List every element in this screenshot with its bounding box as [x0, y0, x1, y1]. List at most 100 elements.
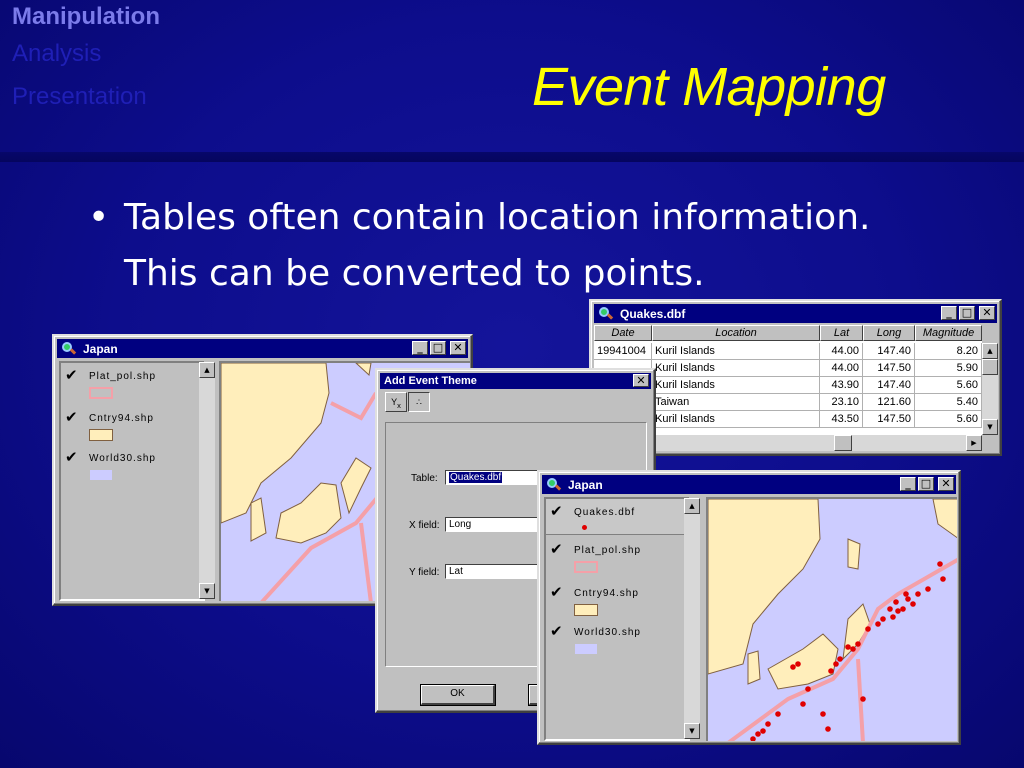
bullet-dot: • [88, 197, 110, 238]
close-button[interactable]: ✕ [450, 341, 466, 355]
quake-point [765, 721, 771, 727]
event-tool-button[interactable]: Yx [385, 392, 407, 412]
close-button[interactable]: ✕ [979, 306, 995, 320]
lavender-fill-symbol [89, 469, 113, 481]
scroll-up-button[interactable]: ▲ [684, 498, 700, 514]
column-header-lat[interactable]: Lat [820, 325, 863, 341]
checkmark-icon[interactable]: ✔ [550, 624, 564, 639]
table-cell: 5.40 [915, 394, 982, 411]
map-magnifier-icon [61, 341, 77, 356]
y-field-label: Y field: [409, 567, 440, 578]
table-row[interactable]: 19941004 Kuril Islands 44.00 147.40 8.20 [594, 343, 982, 360]
column-header-long[interactable]: Long [863, 325, 915, 341]
scroll-up-button[interactable]: ▲ [199, 362, 215, 378]
japan-quakes-view-window[interactable]: Japan _ □ ✕ ✔ Quakes.dbf ✔ Plat_pol.shp … [537, 470, 961, 745]
close-button[interactable]: ✕ [938, 477, 954, 491]
scroll-down-button[interactable]: ▼ [982, 419, 998, 435]
quake-point [887, 606, 893, 612]
checkmark-icon[interactable]: ✔ [550, 504, 564, 519]
pink-outline-symbol [89, 387, 113, 399]
table-cell: 23.10 [820, 394, 863, 411]
quake-point [795, 661, 801, 667]
quake-point [820, 711, 826, 717]
minimize-button[interactable]: _ [412, 341, 428, 355]
table-cell: 5.90 [915, 360, 982, 377]
table-of-contents[interactable]: ✔ Plat_pol.shp ✔ Cntry94.shp ✔ World30.s… [59, 361, 205, 601]
japan-quakes-map [708, 499, 957, 741]
quake-point [845, 644, 851, 650]
checkmark-icon[interactable]: ✔ [65, 368, 79, 383]
table-cell: Kuril Islands [652, 343, 820, 360]
maximize-button[interactable]: □ [918, 477, 934, 491]
checkmark-icon[interactable]: ✔ [65, 450, 79, 465]
nav-item-analysis[interactable]: Analysis [12, 32, 160, 75]
titlebar[interactable]: Add Event Theme ✕ [380, 373, 651, 389]
checkmark-icon[interactable]: ✔ [65, 410, 79, 425]
column-header-location[interactable]: Location [652, 325, 820, 341]
quake-point [893, 599, 899, 605]
table-cell: 5.60 [915, 377, 982, 394]
table-header: Date Location Lat Long Magnitude [594, 325, 982, 341]
scroll-thumb[interactable] [982, 359, 998, 375]
scroll-right-button[interactable]: ▶ [966, 435, 982, 451]
quake-point [805, 686, 811, 692]
table-cell: 121.60 [863, 394, 915, 411]
scroll-thumb[interactable] [834, 435, 852, 451]
bullet-line-2: This can be converted to points. [124, 253, 705, 294]
legend-label: Cntry94.shp [574, 588, 639, 599]
quake-point [755, 731, 761, 737]
table-cell: 147.40 [863, 377, 915, 394]
quake-point [825, 726, 831, 732]
section-nav: Manipulation Analysis Presentation [12, 2, 160, 119]
table-cell: 147.50 [863, 360, 915, 377]
window-title: Quakes.dbf [620, 306, 686, 321]
minimize-button[interactable]: _ [900, 477, 916, 491]
table-cell: Kuril Islands [652, 360, 820, 377]
quake-point [800, 701, 806, 707]
table-vertical-scrollbar[interactable]: ▲ ▼ [982, 343, 998, 435]
bullet-text: Tables often contain location informatio… [124, 190, 870, 302]
titlebar[interactable]: Quakes.dbf _ □ ✕ [594, 304, 997, 323]
quake-point [925, 586, 931, 592]
bullet-line-1: Tables often contain location informatio… [124, 197, 871, 238]
scroll-down-button[interactable]: ▼ [684, 723, 700, 739]
quake-point [895, 608, 901, 614]
legend-scrollbar[interactable]: ▲ ▼ [199, 362, 215, 599]
minimize-button[interactable]: _ [941, 306, 957, 320]
checkmark-icon[interactable]: ✔ [550, 585, 564, 600]
quake-point [940, 576, 946, 582]
checkmark-icon[interactable]: ✔ [550, 542, 564, 557]
map-display[interactable] [706, 497, 957, 741]
legend-label: World30.shp [574, 627, 641, 638]
titlebar[interactable]: Japan _ □ ✕ [542, 475, 956, 494]
quake-point [900, 606, 906, 612]
column-header-magnitude[interactable]: Magnitude [915, 325, 982, 341]
table-cell: 44.00 [820, 343, 863, 360]
table-cell: Kuril Islands [652, 411, 820, 428]
column-header-date[interactable]: Date [594, 325, 652, 341]
table-of-contents[interactable]: ✔ Quakes.dbf ✔ Plat_pol.shp ✔ Cntry94.sh… [544, 497, 690, 741]
legend-label: World30.shp [89, 453, 156, 464]
close-button[interactable]: ✕ [633, 374, 649, 387]
legend-label: Plat_pol.shp [574, 545, 642, 556]
red-dot-symbol [582, 525, 587, 530]
slide-title: Event Mapping [532, 57, 886, 117]
quake-point [903, 591, 909, 597]
legend-label: Cntry94.shp [89, 413, 154, 424]
nav-item-presentation[interactable]: Presentation [12, 75, 160, 119]
nav-item-manipulation[interactable]: Manipulation [12, 2, 160, 32]
quake-point [875, 621, 881, 627]
scroll-up-button[interactable]: ▲ [982, 343, 998, 359]
address-tool-button[interactable]: ∴ [408, 392, 430, 412]
ok-button[interactable]: OK [420, 684, 496, 706]
titlebar[interactable]: Japan _ □ ✕ [57, 339, 468, 358]
x-field-label: X field: [409, 520, 440, 531]
maximize-button[interactable]: □ [430, 341, 446, 355]
maximize-button[interactable]: □ [959, 306, 975, 320]
table-cell: 147.40 [863, 343, 915, 360]
scroll-down-button[interactable]: ▼ [199, 583, 215, 599]
legend-scrollbar[interactable]: ▲ ▼ [684, 498, 700, 739]
table-cell: 5.60 [915, 411, 982, 428]
yellow-fill-symbol [89, 429, 113, 441]
quake-point [937, 561, 943, 567]
